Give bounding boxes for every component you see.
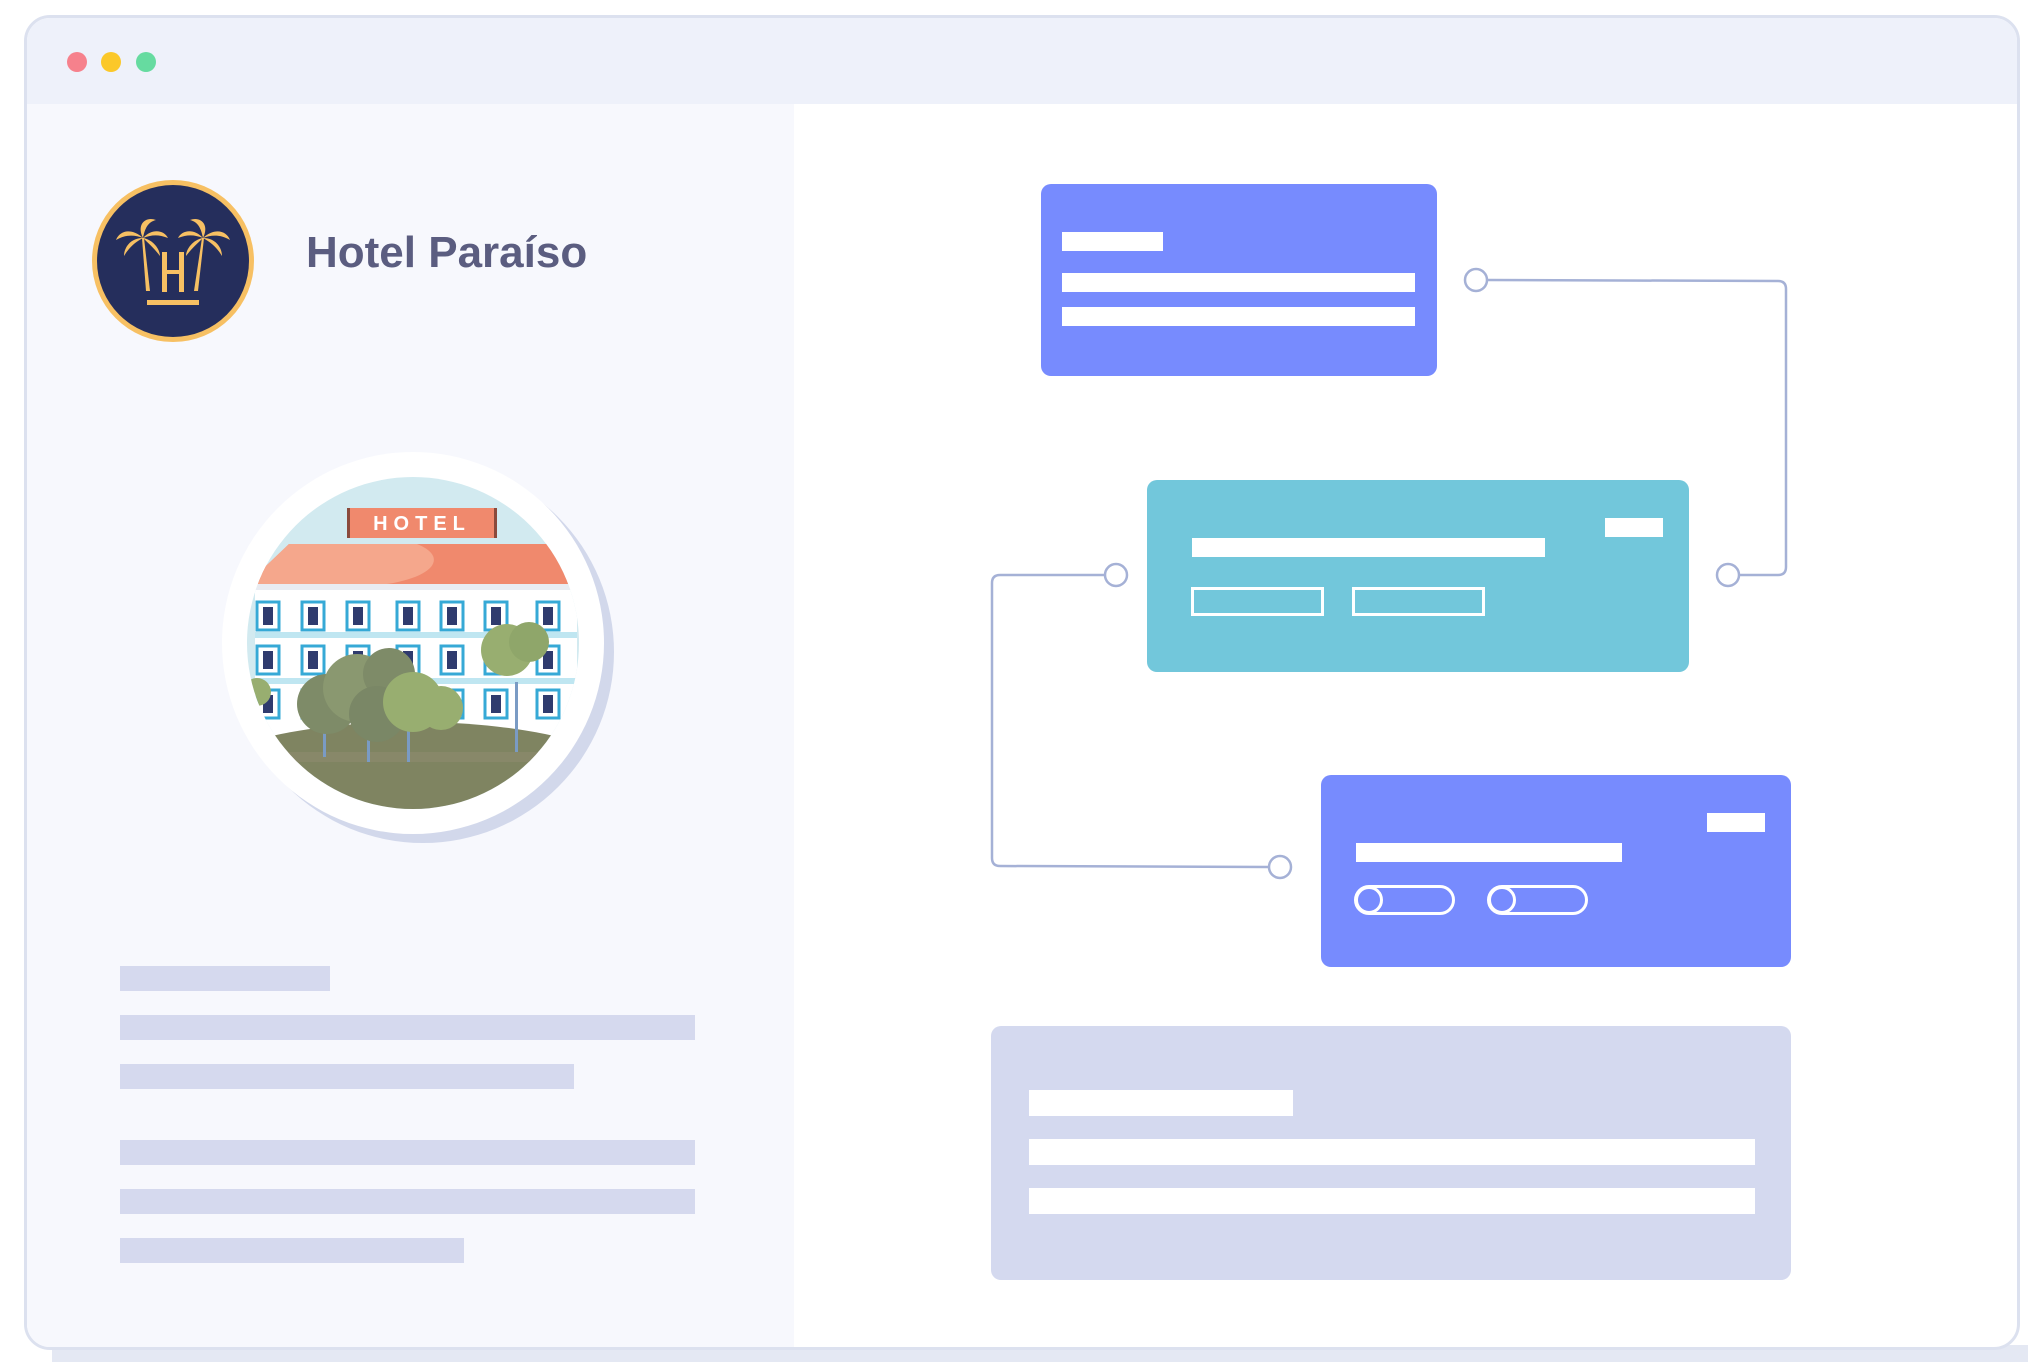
outlined-input[interactable]	[1352, 587, 1485, 616]
card-tag	[1707, 813, 1765, 832]
toggle-knob	[1355, 886, 1383, 914]
card-line	[1029, 1090, 1293, 1116]
outlined-input[interactable]	[1191, 587, 1324, 616]
card-line	[1062, 307, 1415, 326]
toggle-switch[interactable]	[1354, 885, 1455, 915]
toggle-switch[interactable]	[1487, 885, 1588, 915]
connector-node[interactable]	[1715, 562, 1741, 588]
card-line	[1029, 1139, 1755, 1165]
app-window: Hotel Paraíso HOTEL	[24, 15, 2020, 1350]
connector-node[interactable]	[1267, 854, 1293, 880]
blue-bottom-card[interactable]	[1321, 775, 1791, 967]
blue-top-card[interactable]	[1041, 184, 1437, 376]
connector-node[interactable]	[1103, 562, 1129, 588]
card-line	[1062, 232, 1163, 251]
teal-card[interactable]	[1147, 480, 1689, 672]
gray-card[interactable]	[991, 1026, 1791, 1280]
card-line	[1029, 1188, 1755, 1214]
card-line	[1062, 273, 1415, 292]
toggle-knob	[1488, 886, 1516, 914]
card-line	[1192, 538, 1545, 557]
card-line	[1356, 843, 1622, 862]
card-tag	[1605, 518, 1663, 537]
connector-node[interactable]	[1463, 267, 1489, 293]
